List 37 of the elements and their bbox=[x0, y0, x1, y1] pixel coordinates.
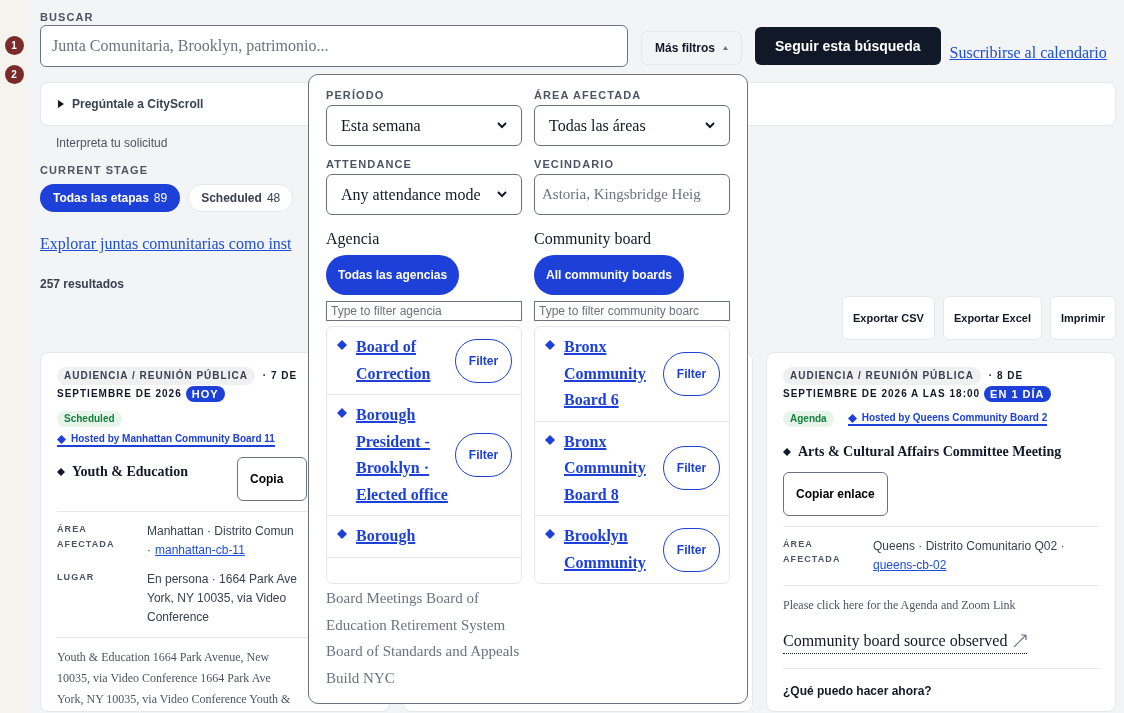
detail-value: Conference bbox=[147, 609, 211, 626]
status-tag: Scheduled bbox=[57, 411, 122, 427]
detail-value: En persona · 1664 Park Ave bbox=[147, 571, 297, 588]
detail-label: ÁREA AFECTADA bbox=[783, 538, 842, 566]
detail-value: Queens · Distrito Comunitario Q02 · bbox=[873, 538, 1065, 555]
group-title: Community board bbox=[534, 229, 652, 249]
section-heading: ¿Qué puedo hacer ahora? bbox=[783, 683, 933, 700]
field-label: BUSCAR bbox=[40, 10, 95, 25]
event-date: SEPTIEMBRE DE 2026 bbox=[57, 387, 182, 401]
detail-value: York, NY 10035, via Video bbox=[147, 590, 288, 607]
event-title: Youth & Education bbox=[72, 463, 188, 481]
event-date: · 7 DE bbox=[262, 369, 298, 383]
group-title: Agencia bbox=[326, 229, 381, 249]
field-label: ATTENDANCE bbox=[326, 157, 413, 170]
type-tag: AUDIENCIA / REUNIÓN PÚBLICA bbox=[57, 367, 255, 385]
detail-value: Manhattan · Distrito Comun bbox=[147, 523, 294, 540]
section-label: CURRENT STAGE bbox=[40, 163, 149, 178]
step-marker: 2 bbox=[4, 65, 24, 84]
detail-label: ÁREA AFECTADA bbox=[57, 523, 116, 551]
time-badge: HOY bbox=[185, 386, 225, 402]
type-tag: AUDIENCIA / REUNIÓN PÚBLICA bbox=[783, 367, 981, 385]
result-count: 257 resultados bbox=[40, 276, 125, 291]
field-label: PERÍODO bbox=[326, 88, 386, 101]
separator-dot: · bbox=[147, 542, 151, 559]
event-title: Arts & Cultural Affairs Committee Meeting bbox=[798, 443, 1062, 461]
field-label: VECINDARIO bbox=[534, 157, 616, 170]
event-date: SEPTIEMBRE DE 2026 A LAS 18:00 bbox=[783, 387, 981, 401]
field-label: ÁREA AFECTADA bbox=[534, 88, 643, 101]
detail-label: LUGAR bbox=[57, 571, 96, 584]
description-text: Youth & Education 1664 Park Avenue, New 10035, via Video Conference 1664 Park Ave York, NY 10035, via Video Conference Youth & bbox=[57, 649, 291, 708]
hint-text: Interpreta tu solicitud bbox=[56, 135, 169, 150]
step-marker: 1 bbox=[4, 36, 24, 55]
overflow-text: Board Meetings Board of Education Retirement System Board of Standards and Appeals Build NYC bbox=[326, 589, 521, 688]
status-tag: Agenda bbox=[783, 411, 834, 427]
description-text: Please click here for the Agenda and Zoom Link bbox=[783, 597, 1016, 614]
time-badge: EN 1 DÍA bbox=[984, 386, 1051, 402]
event-date: · 8 DE bbox=[988, 369, 1024, 383]
